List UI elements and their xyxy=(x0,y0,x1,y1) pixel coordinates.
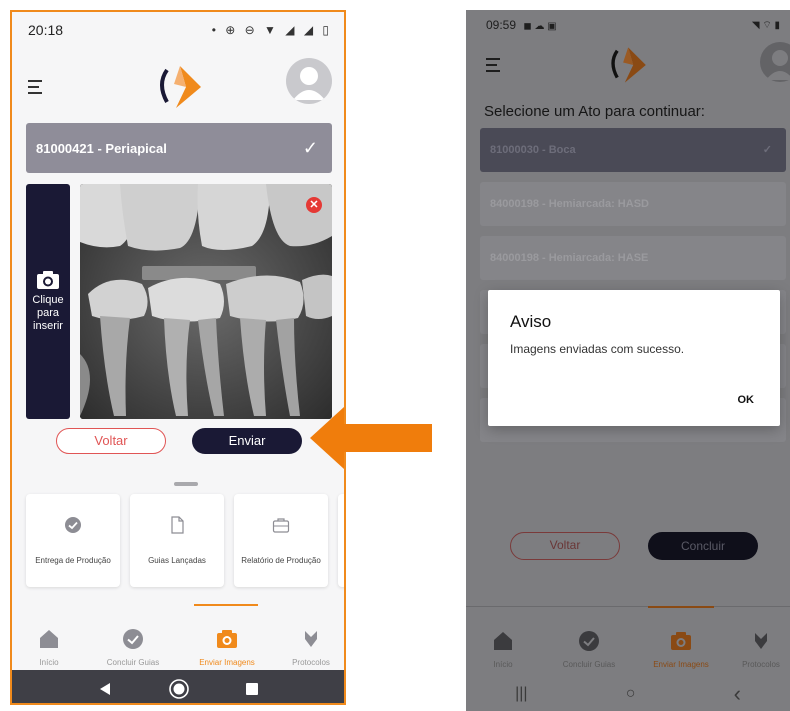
camera-icon xyxy=(217,630,237,648)
card-label: Entrega de Produção xyxy=(35,556,111,565)
back-button[interactable]: Voltar xyxy=(56,428,166,454)
dialog-ok-button[interactable]: OK xyxy=(738,394,755,406)
card-relatorio-producao[interactable]: Relatório de Produção xyxy=(234,494,328,587)
menu-icon[interactable] xyxy=(28,80,44,98)
option-label: 81000030 - Boca xyxy=(490,144,576,156)
tab-label: Concluir Guias xyxy=(562,660,616,669)
app-header xyxy=(12,48,344,132)
card-guias-lancadas[interactable]: Guias Lançadas xyxy=(130,494,224,587)
tab-label: Início xyxy=(493,660,513,669)
nav-back-icon[interactable]: ‹ xyxy=(734,681,741,707)
user-avatar[interactable] xyxy=(286,58,332,104)
check-icon: ✓ xyxy=(762,144,772,156)
status-bar: 09:59 ◼ ☁ ▣ ◥ ⌔ ▮ xyxy=(466,10,790,40)
tab-enviar-imagens[interactable]: Enviar Imagens xyxy=(192,604,262,674)
insert-label: Clique para inserir xyxy=(32,294,64,332)
tab-enviar-imagens[interactable]: Enviar Imagens xyxy=(646,606,716,676)
dialog-title: Aviso xyxy=(510,312,552,331)
document-icon xyxy=(171,516,184,534)
selected-procedure-label: 81000421 - Periapical xyxy=(36,140,167,156)
check-circle-icon xyxy=(579,631,599,651)
card-label: Relatório de Produção xyxy=(241,556,321,565)
android-navbar xyxy=(12,670,344,703)
nav-home-icon[interactable]: ○ xyxy=(626,685,636,703)
tab-bar: Início Concluir Guias Enviar Imagens Pro… xyxy=(12,604,344,674)
insert-image-button[interactable]: Clique para inserir xyxy=(26,184,70,419)
status-time: 09:59 xyxy=(486,18,517,32)
tab-label: Início xyxy=(39,658,59,667)
left-phone-screen: 20:18 • ⊕ ⊖ ▼ ◢ ◢ ▯ 81000421 - Periapica… xyxy=(10,10,346,705)
option-boca[interactable]: 81000030 - Boca ✓ xyxy=(480,128,786,172)
nav-back-icon[interactable] xyxy=(98,682,112,696)
remove-image-icon[interactable]: ✕ xyxy=(306,197,322,213)
home-icon xyxy=(494,632,512,650)
dialog-message: Imagens enviadas com sucesso. xyxy=(510,342,685,356)
status-bar: 20:18 • ⊕ ⊖ ▼ ◢ ◢ ▯ xyxy=(12,12,344,48)
nav-recents-icon[interactable] xyxy=(246,682,258,695)
option-label: 84000198 - Hemiarcada: HASD xyxy=(490,198,649,210)
selected-procedure[interactable]: 81000421 - Periapical ✓ xyxy=(26,123,332,173)
briefcase-icon xyxy=(272,518,290,533)
conclude-button[interactable]: Concluir xyxy=(648,532,758,560)
tab-concluir-guias[interactable]: Concluir Guias xyxy=(98,604,168,674)
drawer-handle[interactable] xyxy=(174,482,198,486)
option-hasd[interactable]: 84000198 - Hemiarcada: HASD xyxy=(480,182,786,226)
tab-label: Enviar Imagens xyxy=(653,660,709,669)
tab-inicio[interactable]: Início xyxy=(14,604,84,674)
camera-icon xyxy=(37,271,59,289)
status-icons: ◼ ☁ ▣ xyxy=(523,21,557,32)
status-right-icons: ◥ ⌔ ▮ xyxy=(751,19,780,31)
alert-dialog: Aviso Imagens enviadas com sucesso. OK xyxy=(488,290,780,426)
protocol-icon xyxy=(305,631,317,647)
tab-protocolos[interactable]: Protocolos xyxy=(726,606,790,676)
option-hase[interactable]: 84000198 - Hemiarcada: HASE xyxy=(480,236,786,280)
shortcut-cards: Entrega de Produção Guias Lançadas Relat… xyxy=(26,494,344,589)
check-circle-icon xyxy=(123,629,143,649)
menu-icon[interactable] xyxy=(486,58,500,76)
right-phone-screen: 09:59 ◼ ☁ ▣ ◥ ⌔ ▮ Selecione um Ato para … xyxy=(466,10,790,711)
tab-label: Concluir Guias xyxy=(106,658,160,667)
app-header xyxy=(466,40,790,104)
tab-inicio[interactable]: Início xyxy=(468,606,538,676)
annotation-arrow-icon xyxy=(310,407,432,469)
app-logo xyxy=(160,66,201,108)
check-icon: ✓ xyxy=(302,137,318,158)
home-icon xyxy=(40,630,58,648)
camera-icon xyxy=(671,632,691,650)
protocol-icon xyxy=(755,633,767,649)
send-button[interactable]: Enviar xyxy=(192,428,302,454)
tab-label: Protocolos xyxy=(742,660,780,669)
nav-home-icon[interactable] xyxy=(168,678,190,700)
check-circle-icon xyxy=(65,517,81,533)
card-label: Guias Lançadas xyxy=(148,556,206,565)
page-title: Selecione um Ato para continuar: xyxy=(484,103,705,120)
user-avatar[interactable] xyxy=(760,42,790,82)
tab-concluir-guias[interactable]: Concluir Guias xyxy=(554,606,624,676)
tab-label: Enviar Imagens xyxy=(199,658,255,667)
xray-image: ✕ xyxy=(80,184,332,419)
back-button[interactable]: Voltar xyxy=(510,532,620,560)
tab-bar: Início Concluir Guias Enviar Imagens Pro… xyxy=(466,606,790,676)
card-partial[interactable] xyxy=(338,494,344,587)
nav-recents-icon[interactable]: ||| xyxy=(515,685,527,703)
card-entrega-producao[interactable]: Entrega de Produção xyxy=(26,494,120,587)
android-navbar: ||| ○ ‹ xyxy=(466,676,790,711)
status-time: 20:18 xyxy=(28,22,64,38)
tab-label: Protocolos xyxy=(292,658,330,667)
app-logo xyxy=(611,47,646,83)
option-label: 84000198 - Hemiarcada: HASE xyxy=(490,252,649,264)
tab-protocolos[interactable]: Protocolos xyxy=(276,604,344,674)
status-icons: • ⊕ ⊖ ▼ ◢ ◢ ▯ xyxy=(211,23,332,37)
